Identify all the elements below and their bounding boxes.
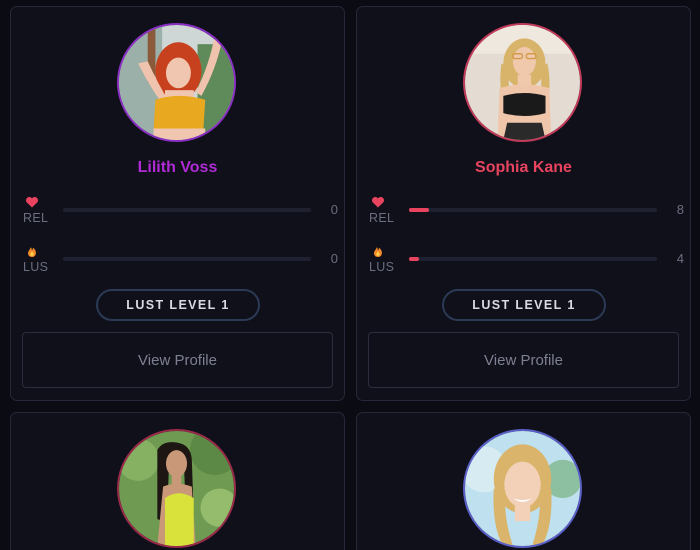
character-card-4 bbox=[356, 412, 691, 550]
heart-icon bbox=[371, 196, 385, 208]
flame-icon bbox=[373, 247, 382, 257]
stat-rel: REL 8 bbox=[369, 195, 684, 229]
portrait-image bbox=[119, 431, 234, 546]
portrait-image bbox=[465, 25, 580, 140]
stat-rel: REL 0 bbox=[23, 195, 338, 229]
character-card-3 bbox=[10, 412, 345, 550]
lus-progress-bar bbox=[63, 257, 311, 261]
character-name: Lilith Voss bbox=[137, 159, 218, 176]
avatar[interactable] bbox=[463, 23, 582, 142]
avatar[interactable] bbox=[117, 429, 236, 548]
stat-lus: LUS 0 bbox=[23, 244, 338, 278]
stat-label: LUS bbox=[369, 260, 395, 274]
stat-label: LUS bbox=[23, 260, 49, 274]
lus-progress-bar bbox=[409, 257, 657, 261]
portrait-image bbox=[465, 431, 580, 546]
avatar[interactable] bbox=[117, 23, 236, 142]
heart-icon bbox=[25, 196, 39, 208]
lust-level-badge: LUST LEVEL 1 bbox=[96, 289, 260, 321]
stat-value: 4 bbox=[676, 251, 684, 266]
stat-value: 0 bbox=[330, 251, 338, 266]
lus-progress-fill bbox=[409, 257, 419, 261]
view-profile-button[interactable]: View Profile bbox=[22, 332, 333, 388]
lust-level-badge: LUST LEVEL 1 bbox=[442, 289, 606, 321]
portrait-image bbox=[119, 25, 234, 140]
stat-lus: LUS 4 bbox=[369, 244, 684, 278]
avatar[interactable] bbox=[463, 429, 582, 548]
character-name: Sophia Kane bbox=[475, 159, 572, 176]
character-card-lilith: Lilith Voss REL 0 LUS 0 LUST LEVEL 1 Vie… bbox=[10, 6, 345, 401]
rel-progress-bar bbox=[63, 208, 311, 212]
flame-icon bbox=[27, 247, 36, 257]
stat-value: 0 bbox=[330, 202, 338, 217]
view-profile-button[interactable]: View Profile bbox=[368, 332, 679, 388]
stat-value: 8 bbox=[676, 202, 684, 217]
rel-progress-bar bbox=[409, 208, 657, 212]
character-card-sophia: Sophia Kane REL 8 LUS 4 LUST LEVEL 1 Vie… bbox=[356, 6, 691, 401]
stat-label: REL bbox=[369, 211, 395, 225]
character-grid: Lilith Voss REL 0 LUS 0 LUST LEVEL 1 Vie… bbox=[0, 0, 700, 550]
rel-progress-fill bbox=[409, 208, 429, 212]
stat-label: REL bbox=[23, 211, 49, 225]
